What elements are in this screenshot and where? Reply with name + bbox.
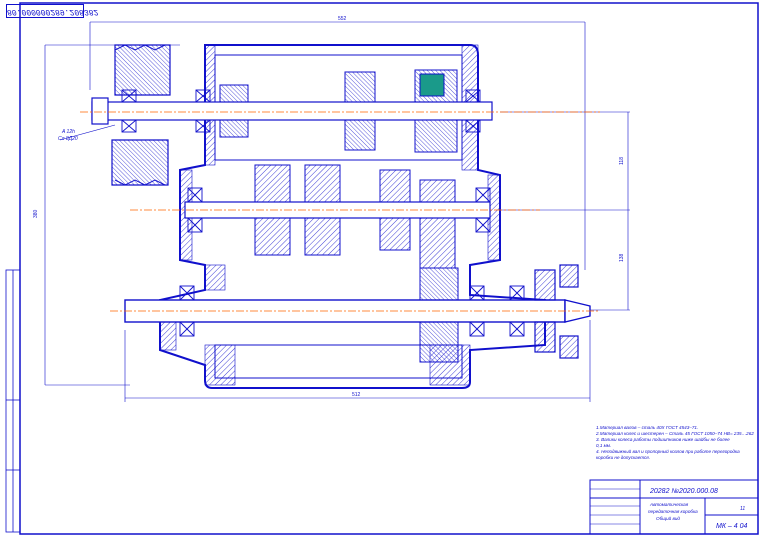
- title-designation: 20282 №2020.000.08: [649, 488, 718, 495]
- dim-bottom-width: 512: [352, 392, 361, 398]
- svg-text:A 12h: A 12h: [61, 129, 75, 135]
- left-margin-strip: [5, 269, 21, 533]
- dim-overall-width: 552: [338, 16, 347, 22]
- accent-clutch: [419, 73, 445, 97]
- title-group: МК – 4 04: [716, 523, 747, 530]
- title-name-3: Общий вид: [656, 515, 680, 521]
- title-name-1: Автоматическая: [649, 502, 689, 507]
- dim-right-upper: 118: [619, 157, 625, 165]
- title-name-2: передаточная коробка: [648, 509, 698, 514]
- note-line: 4. Неподвижный вал и пропорный козлов пр…: [596, 449, 740, 460]
- leader-note: A 12h Сл 8Д20: [58, 124, 116, 142]
- title-sheet-info: 11: [740, 506, 745, 512]
- dim-right-lower: 138: [619, 253, 625, 262]
- technical-notes: 1.Материал валов – сталь 40Х ГОСТ 4543–7…: [596, 425, 756, 461]
- dim-height-left: 380: [33, 209, 39, 218]
- drawing-stamp: 80.000000289.208382: [6, 4, 98, 18]
- svg-text:Сл 8Д20: Сл 8Д20: [58, 136, 78, 142]
